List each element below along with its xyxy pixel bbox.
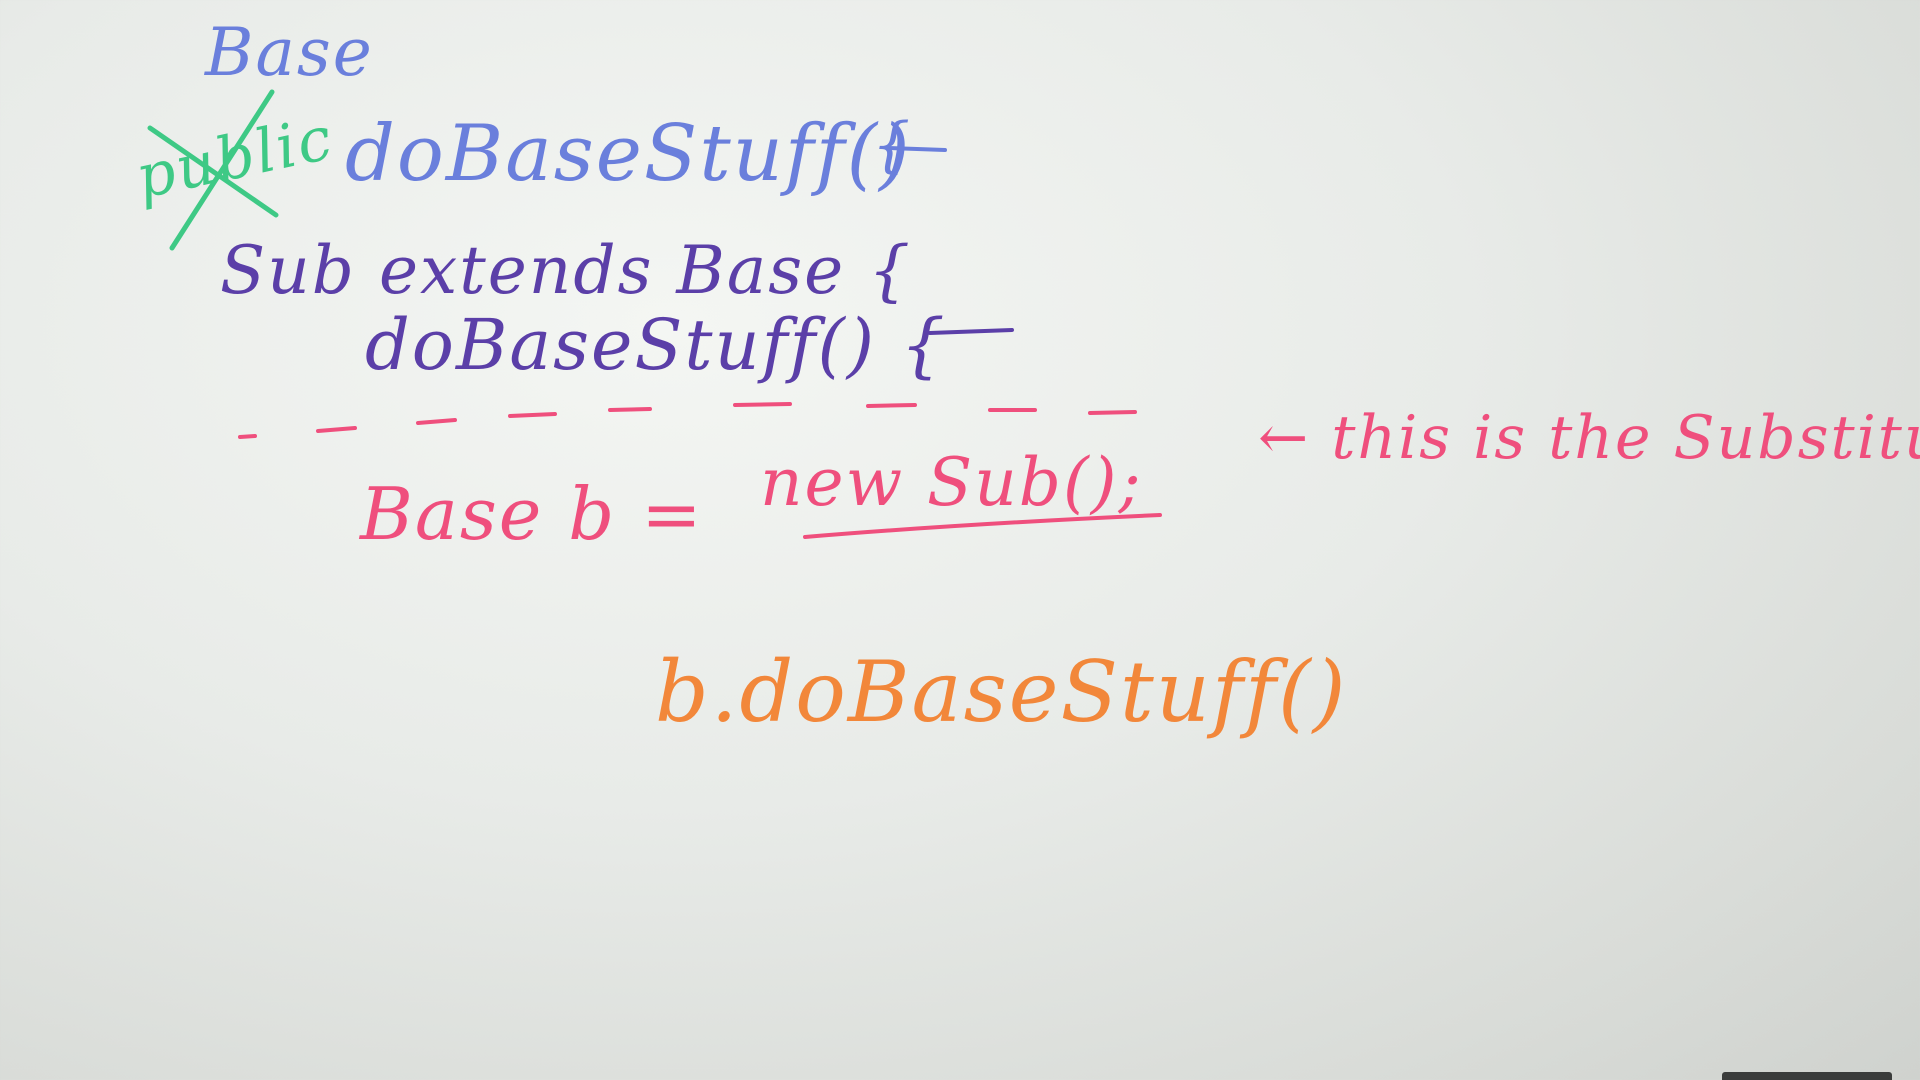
- method-invocation: b.doBaseStuff(): [655, 643, 1348, 741]
- sub-class-declaration: Sub extends Base {: [220, 232, 913, 309]
- assignment-right-side: new Sub();: [760, 444, 1143, 521]
- struck-public-modifier: public: [129, 103, 340, 213]
- sub-method-signature: doBaseStuff() {: [365, 304, 947, 386]
- dashed-separator: [238, 402, 1137, 439]
- board-edge-mark: [1722, 1072, 1892, 1080]
- whiteboard: Base public doBaseStuff() { Sub extends …: [0, 0, 1920, 1080]
- assignment-left-side: Base b =: [360, 472, 704, 556]
- base-method-open-brace: {: [872, 110, 913, 180]
- base-class-heading: Base: [205, 14, 374, 91]
- base-method-signature: doBaseStuff(): [345, 109, 912, 199]
- substitute-annotation: ← this is the Substitute: [1258, 403, 1920, 473]
